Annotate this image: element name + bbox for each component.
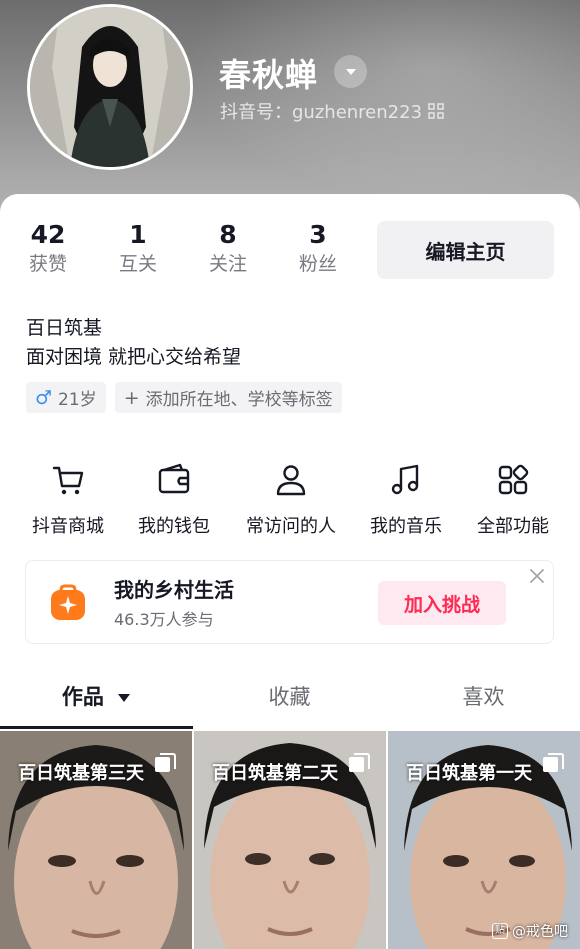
stat-value: 1 [129,220,147,249]
qrcode-icon[interactable] [428,103,444,119]
multi-image-icon [543,753,564,772]
tab-label: 作品 [61,685,104,709]
douyin-id: 抖音号：guzhenren223 [220,102,423,123]
func-douyin-mall[interactable]: 抖音商城 [10,462,126,538]
content-tabs: 作品 收藏 喜欢 [0,672,580,728]
stat-label: 获赞 [28,253,67,275]
plus-icon: + [123,386,140,409]
func-frequent-visitors[interactable]: 常访问的人 [233,462,349,538]
tab-works[interactable]: 作品 [0,672,193,728]
challenge-icon [51,584,85,620]
stat-label: 关注 [208,253,247,275]
func-label: 抖音商城 [32,516,104,537]
male-icon: ♂ [35,386,53,409]
stat-value: 42 [30,220,66,249]
tab-label: 喜欢 [462,685,505,709]
active-tab-indicator [0,726,193,729]
stat-followers[interactable]: 3 粉丝 [273,220,363,278]
video-title: 百日筑基第二天 [212,763,338,784]
func-my-music[interactable]: 我的音乐 [348,462,464,538]
close-icon[interactable] [528,567,546,585]
stats-row: 42 获赞 1 互关 8 关注 3 粉丝 [0,220,370,280]
music-note-icon [391,464,419,495]
tab-likes[interactable]: 喜欢 [387,672,580,728]
person-icon [276,465,306,496]
func-label: 我的音乐 [370,516,442,537]
wallet-icon [158,463,190,494]
tieba-icon: 贴 [492,923,508,939]
challenge-title: 我的乡村生活 [114,578,234,602]
stat-likes[interactable]: 42 获赞 [3,220,93,278]
video-thumbnail[interactable]: 百日筑基第二天 [194,731,386,949]
age-label: 21岁 [58,390,97,410]
stat-mutual[interactable]: 1 互关 [93,220,183,278]
video-title: 百日筑基第三天 [18,763,144,784]
bio-line-1: 百日筑基 [26,317,103,339]
profile-card: 42 获赞 1 互关 8 关注 3 粉丝 编辑主页 百日筑基 面对困境 就把心交… [0,194,580,949]
add-tag-button[interactable]: + 添加所在地、学校等标签 [114,382,342,413]
tab-favorites[interactable]: 收藏 [193,672,386,728]
func-label: 常访问的人 [246,516,336,537]
watermark-text: @戒色吧 [512,924,568,940]
watermark: 贴 @戒色吧 [492,921,568,941]
edit-profile-button[interactable]: 编辑主页 [377,221,554,279]
avatar[interactable] [27,4,193,170]
douyin-id-row[interactable]: 抖音号：guzhenren223 [220,98,444,124]
func-label: 我的钱包 [138,516,210,537]
func-wallet[interactable]: 我的钱包 [116,462,232,538]
caret-down-icon [345,68,356,75]
multi-image-icon [155,753,176,772]
video-grid: 百日筑基第三天 百日筑基第二天 百日筑基第一天 [0,731,580,949]
add-tag-label: 添加所在地、学校等标签 [145,390,333,410]
func-all-features[interactable]: 全部功能 [455,462,571,538]
profile-header: 春秋蝉 抖音号：guzhenren223 [0,0,580,215]
avatar-illustration [30,7,190,167]
video-thumbnail[interactable]: 百日筑基第一天 [388,731,580,949]
challenge-banner[interactable]: 我的乡村生活 46.3万人参与 加入挑战 [25,560,554,644]
video-title: 百日筑基第一天 [406,763,532,784]
stat-following[interactable]: 8 关注 [183,220,273,278]
bio: 百日筑基 面对困境 就把心交给希望 [26,314,241,372]
tags-row: ♂ 21岁 + 添加所在地、学校等标签 [26,382,342,413]
stat-label: 互关 [118,253,157,275]
func-label: 全部功能 [477,516,549,537]
tab-label: 收藏 [268,685,311,709]
grid-icon [498,464,529,495]
stat-value: 3 [309,220,327,249]
stat-label: 粉丝 [298,253,337,275]
challenge-participants: 46.3万人参与 [114,610,214,629]
stat-value: 8 [219,220,237,249]
video-thumbnail[interactable]: 百日筑基第三天 [0,731,192,949]
nickname: 春秋蝉 [219,56,319,94]
quick-functions: 抖音商城 我的钱包 常访问的人 我的音乐 全部功能 [0,462,580,542]
caret-down-icon [118,694,131,702]
cart-icon [52,466,84,495]
account-switch-button[interactable] [334,55,367,88]
bio-line-2: 面对困境 就把心交给希望 [26,346,242,368]
multi-image-icon [349,753,370,772]
age-tag[interactable]: ♂ 21岁 [26,382,106,413]
join-challenge-button[interactable]: 加入挑战 [378,581,506,625]
